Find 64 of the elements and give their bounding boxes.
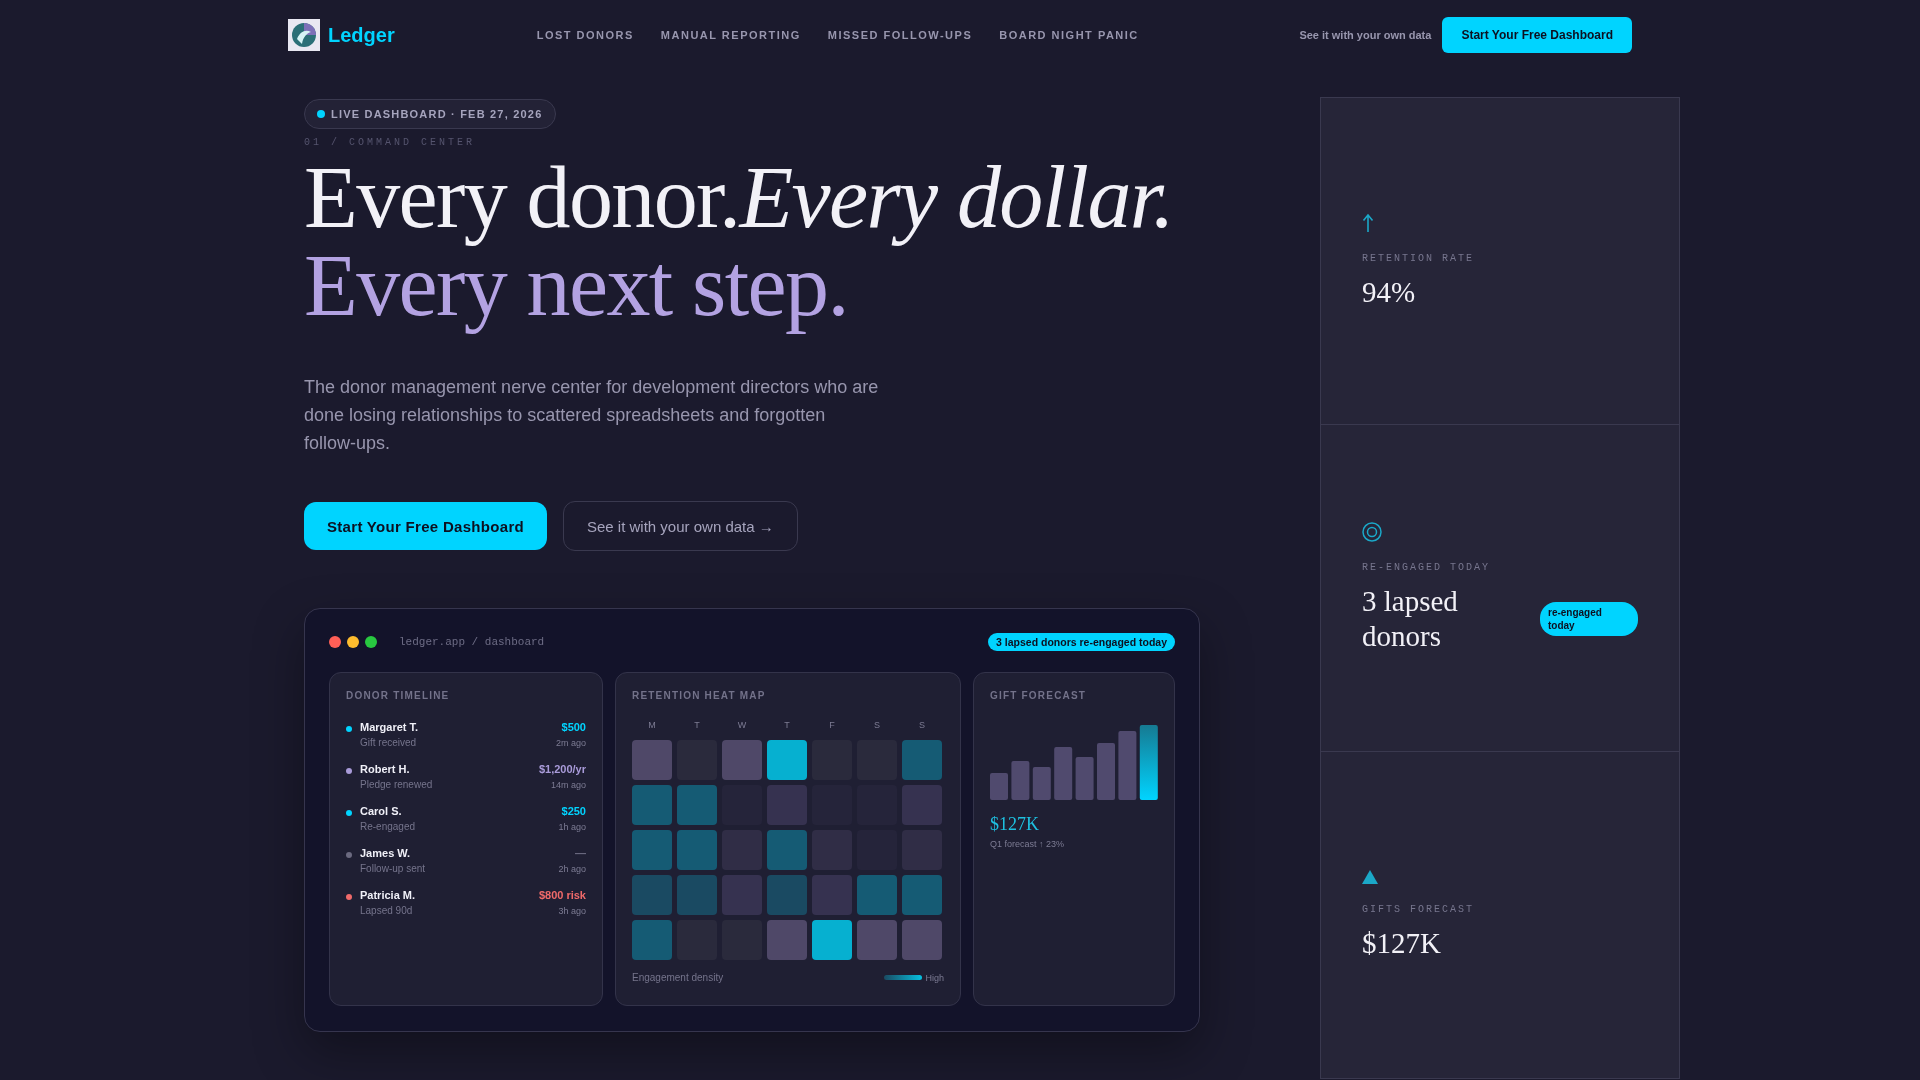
start-dashboard-button[interactable]: Start Your Free Dashboard xyxy=(304,502,547,550)
panel-title: DONOR TIMELINE xyxy=(346,690,451,702)
day-label: S xyxy=(918,720,926,731)
time-ago: 14m ago xyxy=(550,779,586,792)
own-data-button[interactable]: See it with your own data → xyxy=(563,501,798,551)
window-control-icon xyxy=(347,636,359,648)
panel-title: RETENTION HEAT MAP xyxy=(632,690,767,702)
time-ago: 2m ago xyxy=(555,737,586,750)
stat-label: RETENTION RATE xyxy=(1362,252,1474,265)
forecast-note: Q1 forecast ↑ 23% xyxy=(990,839,1066,849)
time-ago: 3h ago xyxy=(558,905,586,918)
day-label: F xyxy=(828,720,836,731)
nav-link[interactable]: LOST DONORS xyxy=(536,29,634,41)
donor-action: Follow-up sent xyxy=(360,862,427,876)
nav-link[interactable]: MISSED FOLLOW-UPS xyxy=(827,29,973,41)
nav-link[interactable]: BOARD NIGHT PANIC xyxy=(999,29,1139,41)
brand-name[interactable]: Ledger xyxy=(328,23,395,47)
donor-name: Carol S. xyxy=(360,804,403,818)
day-label: S xyxy=(873,720,881,731)
nav-link[interactable]: MANUAL REPORTING xyxy=(660,29,801,41)
status-dot-icon xyxy=(317,110,325,118)
gift-amount: $800 risk xyxy=(538,888,586,902)
donor-name: Margaret T. xyxy=(360,720,420,734)
donor-action: Gift received xyxy=(360,736,418,750)
triangle-icon xyxy=(1362,869,1378,884)
gradient-scale-icon xyxy=(884,975,923,980)
legend-label: High xyxy=(925,972,944,983)
day-label: M xyxy=(647,720,657,731)
donor-name: Robert H. xyxy=(360,762,411,776)
day-label: T xyxy=(693,720,701,731)
alert-badge: 3 lapsed donors re-engaged today xyxy=(988,633,1175,651)
window-control-icon xyxy=(329,636,341,648)
stat-label: RE-ENGAGED TODAY xyxy=(1362,562,1490,574)
stat-badge: re-engaged today xyxy=(1540,602,1638,636)
gift-amount: $500 xyxy=(561,720,586,734)
section-eyebrow: 01 / COMMAND CENTER xyxy=(304,137,476,148)
stat-value: 94% xyxy=(1362,274,1417,310)
cta-button[interactable]: Start Your Free Dashboard xyxy=(1442,17,1632,53)
gift-amount: — xyxy=(575,846,586,860)
day-label: W xyxy=(736,720,748,731)
forecast-value: $127K xyxy=(990,814,1040,835)
stat-value: $127K xyxy=(1362,925,1442,961)
up-arrow-icon xyxy=(1362,212,1374,233)
donor-name: Patricia M. xyxy=(360,888,417,902)
target-icon xyxy=(1362,522,1382,542)
time-ago: 1h ago xyxy=(558,821,586,834)
gift-amount: $250 xyxy=(561,804,586,818)
donor-action: Pledge renewed xyxy=(360,778,434,792)
panel-title: GIFT FORECAST xyxy=(990,690,1088,702)
donor-name: James W. xyxy=(360,846,412,860)
donor-action: Lapsed 90d xyxy=(360,904,414,918)
stat-value: 3 lapsed donors xyxy=(1362,584,1459,654)
hero-description: The donor management nerve center for development directors who are done losing relationships to scattered spreadsheets and forgotten follow-ups. xyxy=(304,376,880,455)
nav-link[interactable]: See it with your own data xyxy=(1299,29,1432,41)
time-ago: 2h ago xyxy=(558,863,586,876)
legend-label: Engagement density xyxy=(632,972,724,983)
window-control-icon xyxy=(365,636,377,648)
gift-amount: $1,200/yr xyxy=(538,762,586,776)
logo-icon xyxy=(288,19,320,51)
stat-label: GIFTS FORECAST xyxy=(1362,903,1474,916)
day-label: T xyxy=(783,720,791,731)
url-text: ledger.app / dashboard xyxy=(399,636,545,648)
donor-action: Re-engaged xyxy=(360,820,417,834)
live-badge-text: LIVE DASHBOARD · FEB 27, 2026 xyxy=(331,108,543,120)
